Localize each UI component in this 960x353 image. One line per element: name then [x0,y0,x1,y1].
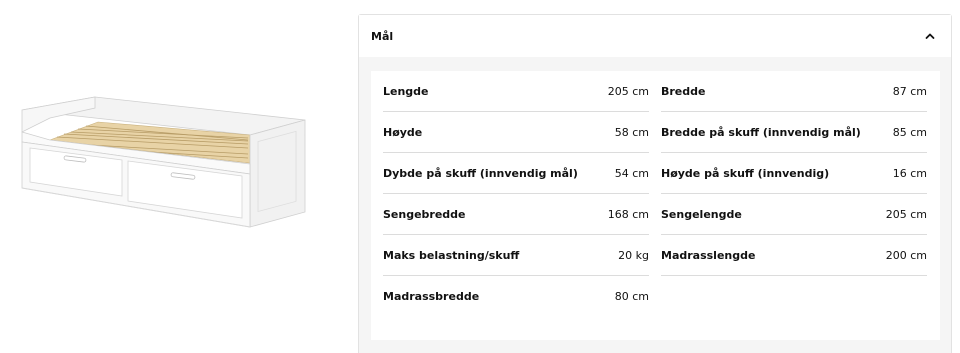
dimension-row: Sengebredde 168 cm [383,194,649,235]
dimension-label: Sengebredde [383,207,466,221]
dimension-value: 168 cm [607,207,649,221]
dimension-label: Dybde på skuff (innvendig mål) [383,166,578,180]
dimension-row: Dybde på skuff (innvendig mål) 54 cm [383,153,649,194]
chevron-up-icon[interactable] [923,29,937,43]
dimension-row: Høyde 58 cm [383,112,649,153]
dimension-row: Sengelengde 205 cm [661,194,927,235]
page: Mål Lengde 205 cm Bredde 87 cm Høyde 58 … [0,0,960,353]
dimension-row: Bredde på skuff (innvendig mål) 85 cm [661,112,927,153]
dimension-value: 205 cm [607,84,649,98]
dimension-label: Maks belastning/skuff [383,248,520,262]
dimension-label: Madrassbredde [383,290,480,303]
dimension-row: Lengde 205 cm [383,71,649,112]
dimension-value: 58 cm [614,125,649,139]
dimension-label: Bredde på skuff (innvendig mål) [661,125,861,139]
dimension-value: 80 cm [614,290,649,303]
dimension-value: 16 cm [892,166,927,180]
dimension-row: Madrassbredde 80 cm [383,276,649,317]
panel-title: Mål [371,29,394,43]
dimension-row: Bredde 87 cm [661,71,927,112]
dimension-value: 87 cm [892,84,927,98]
dimension-label: Madrasslengde [661,248,756,262]
dimensions-panel: Mål Lengde 205 cm Bredde 87 cm Høyde 58 … [358,14,952,353]
dimension-label: Høyde [383,125,423,139]
dimension-label: Lengde [383,84,429,98]
dimension-value: 205 cm [885,207,927,221]
dimension-label: Bredde [661,84,706,98]
dimension-value: 85 cm [892,125,927,139]
dimension-label: Sengelengde [661,207,742,221]
dimensions-table: Lengde 205 cm Bredde 87 cm Høyde 58 cm B… [371,71,940,340]
dimension-row: Maks belastning/skuff 20 kg [383,235,649,276]
dimension-value: 200 cm [885,248,927,262]
product-image [21,96,306,228]
dimensions-panel-header[interactable]: Mål [359,15,951,57]
dimension-row: Høyde på skuff (innvendig) 16 cm [661,153,927,194]
dimension-label: Høyde på skuff (innvendig) [661,166,830,180]
dimension-value: 20 kg [618,248,649,262]
dimension-value: 54 cm [614,166,649,180]
dimension-row: Madrasslengde 200 cm [661,235,927,276]
